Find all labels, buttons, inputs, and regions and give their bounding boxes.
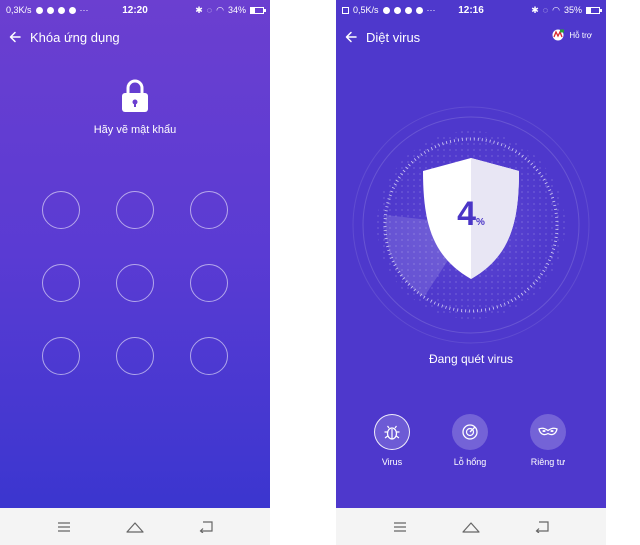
menu-button[interactable] bbox=[391, 520, 409, 534]
bug-icon bbox=[384, 425, 400, 440]
home-icon bbox=[462, 521, 480, 533]
target-icon bbox=[462, 424, 478, 440]
help-button[interactable]: Hỗ trợ bbox=[551, 29, 592, 41]
battery-icon bbox=[250, 6, 266, 14]
network-speed: 0,5K/s bbox=[353, 5, 379, 15]
page-title: Diệt virus bbox=[366, 29, 421, 45]
title-bar: Khóa ứng dụng bbox=[0, 24, 270, 50]
back-arrow-icon bbox=[345, 31, 357, 43]
feature-vulnerability-label: Lỗ hổng bbox=[453, 457, 487, 467]
feature-vulnerability[interactable]: Lỗ hổng bbox=[440, 414, 500, 467]
messenger-icon bbox=[393, 6, 401, 14]
home-icon bbox=[126, 521, 144, 533]
feature-privacy[interactable]: Riêng tư bbox=[518, 414, 578, 467]
draw-pattern-prompt: Hãy vẽ mật khẩu bbox=[93, 124, 177, 136]
pattern-dot-2[interactable] bbox=[116, 191, 154, 229]
navigation-bar bbox=[0, 508, 270, 545]
pattern-dot-6[interactable] bbox=[190, 264, 228, 302]
nav-back-button[interactable] bbox=[197, 520, 215, 534]
back-icon bbox=[199, 520, 213, 533]
status-bar: 0,3K/s ··· 12:20 ✱ ◌ ◠ 34% bbox=[0, 0, 270, 20]
pattern-dot-4[interactable] bbox=[42, 264, 80, 302]
battery-icon bbox=[586, 6, 602, 14]
snapchat-icon bbox=[57, 6, 65, 14]
feature-virus-circle[interactable] bbox=[374, 414, 410, 450]
app-lock-background: 0,3K/s ··· 12:20 ✱ ◌ ◠ 34% Khóa ứng dụng… bbox=[0, 0, 270, 508]
feature-privacy-circle[interactable] bbox=[530, 414, 566, 450]
nav-back-button[interactable] bbox=[533, 520, 551, 534]
vpn-icon bbox=[35, 6, 43, 14]
pattern-dot-1[interactable] bbox=[42, 191, 80, 229]
home-button[interactable] bbox=[462, 520, 480, 534]
sim-icon bbox=[342, 6, 349, 14]
back-button[interactable] bbox=[336, 24, 366, 50]
bluetooth-icon: ✱ bbox=[195, 4, 203, 15]
lock-icon bbox=[122, 79, 148, 112]
snapchat-icon bbox=[404, 6, 412, 14]
wifi-icon: ◠ bbox=[552, 4, 560, 15]
status-bar: 0,5K/s ··· 12:16 ✱ ◌ ◠ 35% bbox=[336, 0, 606, 20]
back-arrow-icon bbox=[9, 31, 21, 43]
app-lock-screen: 0,3K/s ··· 12:20 ✱ ◌ ◠ 34% Khóa ứng dụng… bbox=[0, 0, 270, 545]
notification-icon bbox=[68, 6, 76, 14]
more-dots-icon: ··· bbox=[79, 5, 89, 15]
feature-privacy-label: Riêng tư bbox=[530, 457, 566, 467]
navigation-bar bbox=[336, 508, 606, 545]
vpn-icon bbox=[382, 6, 390, 14]
help-label: Hỗ trợ bbox=[569, 30, 592, 40]
battery-percent: 35% bbox=[563, 5, 582, 15]
network-speed: 0,3K/s bbox=[6, 5, 32, 15]
support-logo-icon bbox=[552, 29, 565, 41]
feature-virus[interactable]: Virus bbox=[362, 414, 422, 467]
pattern-dot-3[interactable] bbox=[190, 191, 228, 229]
more-dots-icon: ··· bbox=[426, 5, 436, 15]
back-button[interactable] bbox=[0, 24, 30, 50]
menu-button[interactable] bbox=[55, 520, 73, 534]
scan-progress-dial bbox=[352, 106, 590, 344]
virus-scan-background: 0,5K/s ··· 12:16 ✱ ◌ ◠ 35% Diệt virus Hỗ… bbox=[336, 0, 606, 508]
pattern-dot-7[interactable] bbox=[42, 337, 80, 375]
home-button[interactable] bbox=[126, 520, 144, 534]
scan-status-text: Đang quét virus bbox=[428, 352, 514, 366]
back-icon bbox=[535, 520, 549, 533]
virus-scan-screen: 0,5K/s ··· 12:16 ✱ ◌ ◠ 35% Diệt virus Hỗ… bbox=[336, 0, 606, 545]
page-title: Khóa ứng dụng bbox=[30, 29, 120, 45]
feature-vulnerability-circle[interactable] bbox=[452, 414, 488, 450]
mute-icon: ◌ bbox=[542, 5, 549, 15]
wifi-icon: ◠ bbox=[216, 4, 224, 15]
pattern-dot-5[interactable] bbox=[116, 264, 154, 302]
menu-icon bbox=[57, 521, 70, 532]
menu-icon bbox=[393, 521, 406, 532]
mask-icon bbox=[538, 427, 558, 436]
feature-virus-label: Virus bbox=[381, 457, 403, 467]
bluetooth-icon: ✱ bbox=[531, 4, 539, 15]
pattern-dot-9[interactable] bbox=[190, 337, 228, 375]
battery-percent: 34% bbox=[227, 5, 246, 15]
notification-icon bbox=[415, 6, 423, 14]
messenger-icon bbox=[46, 6, 54, 14]
mute-icon: ◌ bbox=[206, 5, 213, 15]
pattern-dot-8[interactable] bbox=[116, 337, 154, 375]
